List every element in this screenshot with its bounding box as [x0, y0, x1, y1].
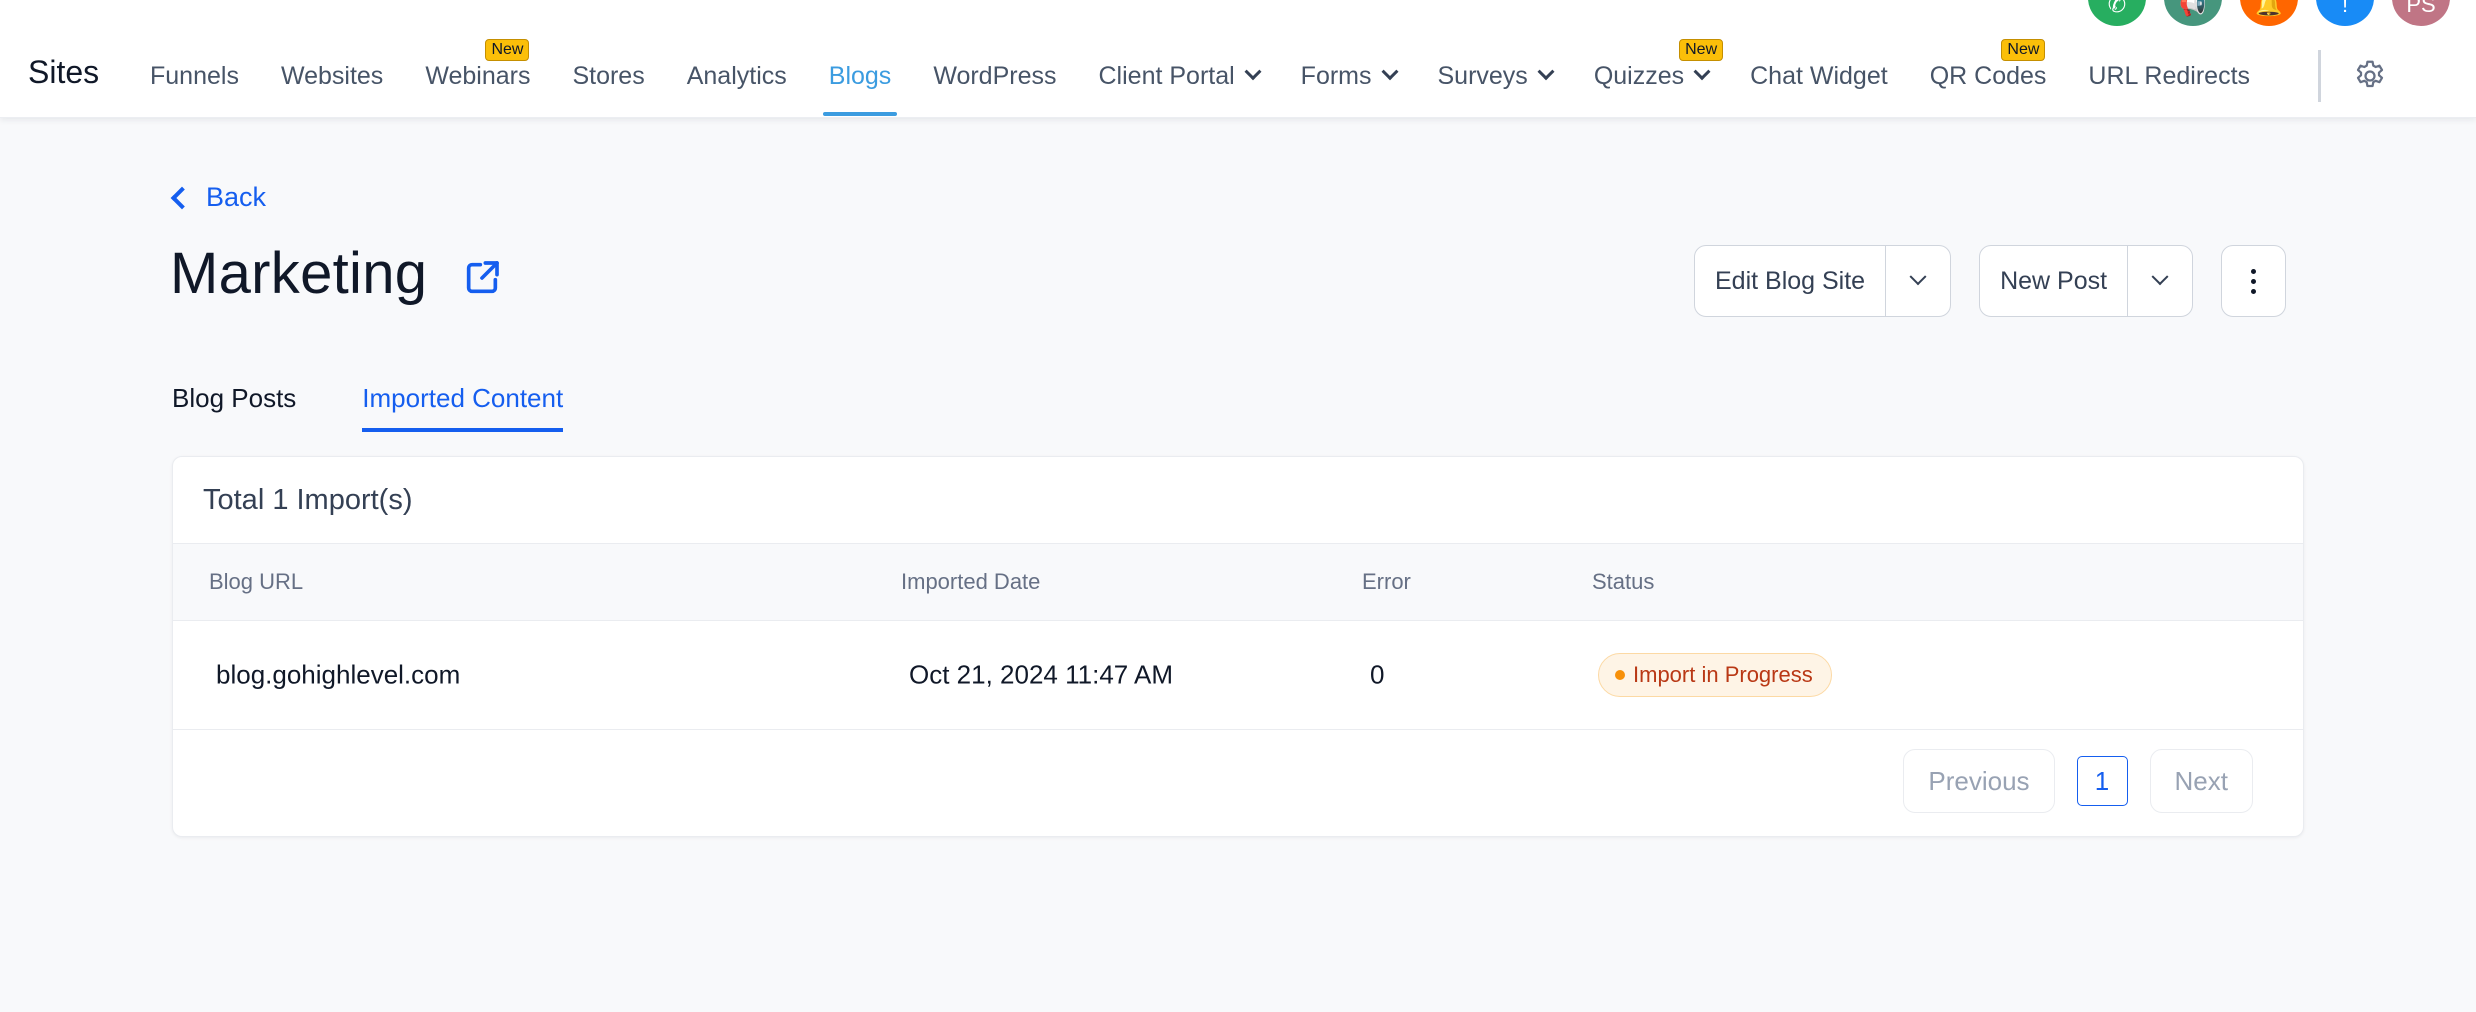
new-post-split-button: New Post	[1979, 245, 2194, 317]
back-label: Back	[206, 182, 267, 212]
column-header-status: Status	[1592, 569, 1655, 594]
nav-item-forms[interactable]: Forms	[1280, 0, 1417, 118]
nav-item-wordpress[interactable]: WordPress	[912, 0, 1077, 118]
column-header-blog-url: Blog URL	[209, 569, 304, 594]
new-badge: New	[1679, 39, 1724, 61]
nav-item-label: Analytics	[686, 61, 787, 90]
cell-error-count: 0	[1370, 659, 1385, 690]
table-row[interactable]: blog.gohighlevel.com Oct 21, 2024 11:47 …	[173, 621, 2303, 730]
table-header: Blog URL Imported Date Error Status	[173, 544, 2303, 621]
status-badge-pill: Import in Progress	[1598, 653, 1832, 697]
new-badge: New	[2001, 39, 2046, 61]
nav-divider	[2318, 50, 2321, 102]
chevron-down-icon	[1909, 268, 1927, 286]
external-link-icon[interactable]	[462, 258, 502, 298]
nav-item-label: Funnels	[150, 61, 239, 90]
kebab-dot	[2251, 288, 2257, 294]
status-dot-icon	[1615, 670, 1625, 680]
nav-item-label: WordPress	[933, 61, 1057, 90]
nav-item-label: Surveys	[1437, 61, 1528, 90]
nav-item-label: Webinars	[425, 61, 531, 90]
kebab-dot	[2251, 278, 2257, 284]
nav-item-funnels[interactable]: Funnels	[150, 0, 260, 118]
chevron-down-icon	[2151, 268, 2169, 286]
nav-item-label: Client Portal	[1098, 61, 1235, 90]
top-navigation-bar: Sites Funnels Websites Webinars New Stores An…	[0, 0, 2476, 118]
chevron-down-icon	[1381, 63, 1398, 81]
chevron-down-icon	[1244, 63, 1262, 81]
next-page-button[interactable]: Next	[2149, 749, 2253, 813]
nav-item-label: Blogs	[828, 61, 892, 90]
content-tabs: Blog Posts Imported Content	[172, 383, 564, 432]
new-post-dropdown[interactable]	[2128, 246, 2192, 316]
new-badge: New	[485, 39, 530, 61]
tab-imported-content[interactable]: Imported Content	[362, 383, 564, 432]
nav-item-label: Quizzes	[1593, 61, 1685, 90]
gear-icon[interactable]	[2352, 58, 2388, 94]
nav-item-qr-codes[interactable]: QR Codes New	[1909, 0, 2068, 118]
nav-item-stores[interactable]: Stores	[551, 0, 665, 118]
bell-icon[interactable]: 🔔	[2240, 0, 2298, 26]
total-imports-label: Total 1 Import(s)	[173, 457, 2303, 544]
app-brand-title: Sites	[28, 54, 100, 90]
edit-blog-site-button[interactable]: Edit Blog Site	[1695, 246, 1887, 316]
nav-item-label: URL Redirects	[2088, 61, 2251, 90]
previous-page-button[interactable]: Previous	[1903, 749, 2055, 813]
cell-blog-url: blog.gohighlevel.com	[216, 659, 461, 690]
nav-item-label: Forms	[1300, 61, 1372, 90]
tab-blog-posts[interactable]: Blog Posts	[172, 383, 296, 432]
nav-item-websites[interactable]: Websites	[260, 0, 404, 118]
page-number-button[interactable]: 1	[2076, 756, 2128, 806]
imports-card: Total 1 Import(s) Blog URL Imported Date…	[172, 456, 2304, 837]
nav-item-client-portal[interactable]: Client Portal	[1078, 0, 1280, 118]
nav-item-analytics[interactable]: Analytics	[666, 0, 808, 118]
nav-item-label: Websites	[280, 61, 384, 90]
chevron-down-icon	[1693, 63, 1711, 81]
phone-icon[interactable]: ✆	[2088, 0, 2146, 26]
edit-blog-site-dropdown[interactable]	[1886, 246, 1950, 316]
sites-nav: Funnels Websites Webinars New Stores Analytic…	[150, 0, 2271, 118]
more-options-button[interactable]	[2221, 245, 2287, 317]
edit-blog-site-split-button: Edit Blog Site	[1694, 245, 1952, 317]
nav-item-label: Stores	[572, 61, 645, 90]
nav-item-label: Chat Widget	[1750, 61, 1888, 90]
page-actions: Edit Blog Site New Post	[1694, 245, 2287, 317]
nav-item-label: QR Codes	[1929, 61, 2047, 90]
kebab-dot	[2251, 268, 2257, 274]
page-title: Marketing	[170, 241, 428, 306]
nav-item-quizzes[interactable]: Quizzes New	[1573, 0, 1729, 118]
help-icon[interactable]: !	[2316, 0, 2374, 26]
megaphone-icon[interactable]: 📢	[2164, 0, 2222, 26]
nav-item-blogs[interactable]: Blogs	[808, 0, 913, 118]
pagination: Previous 1 Next	[1903, 749, 2253, 813]
header-quick-actions: ✆ 📢 🔔! PS	[2088, 0, 2450, 26]
status-badge: Import in Progress	[1598, 653, 1832, 697]
avatar[interactable]: PS	[2392, 0, 2450, 26]
nav-item-chat-widget[interactable]: Chat Widget	[1729, 0, 1909, 118]
chevron-down-icon	[1537, 63, 1555, 81]
new-post-button[interactable]: New Post	[1980, 246, 2129, 316]
column-header-error: Error	[1362, 569, 1411, 594]
column-header-imported-date: Imported Date	[901, 569, 1041, 594]
chevron-left-icon	[170, 186, 194, 209]
nav-item-webinars[interactable]: Webinars New	[404, 0, 551, 118]
cell-imported-date: Oct 21, 2024 11:47 AM	[909, 659, 1174, 690]
nav-item-surveys[interactable]: Surveys	[1417, 0, 1573, 118]
back-link[interactable]: Back	[170, 182, 266, 213]
status-label: Import in Progress	[1633, 662, 1813, 687]
